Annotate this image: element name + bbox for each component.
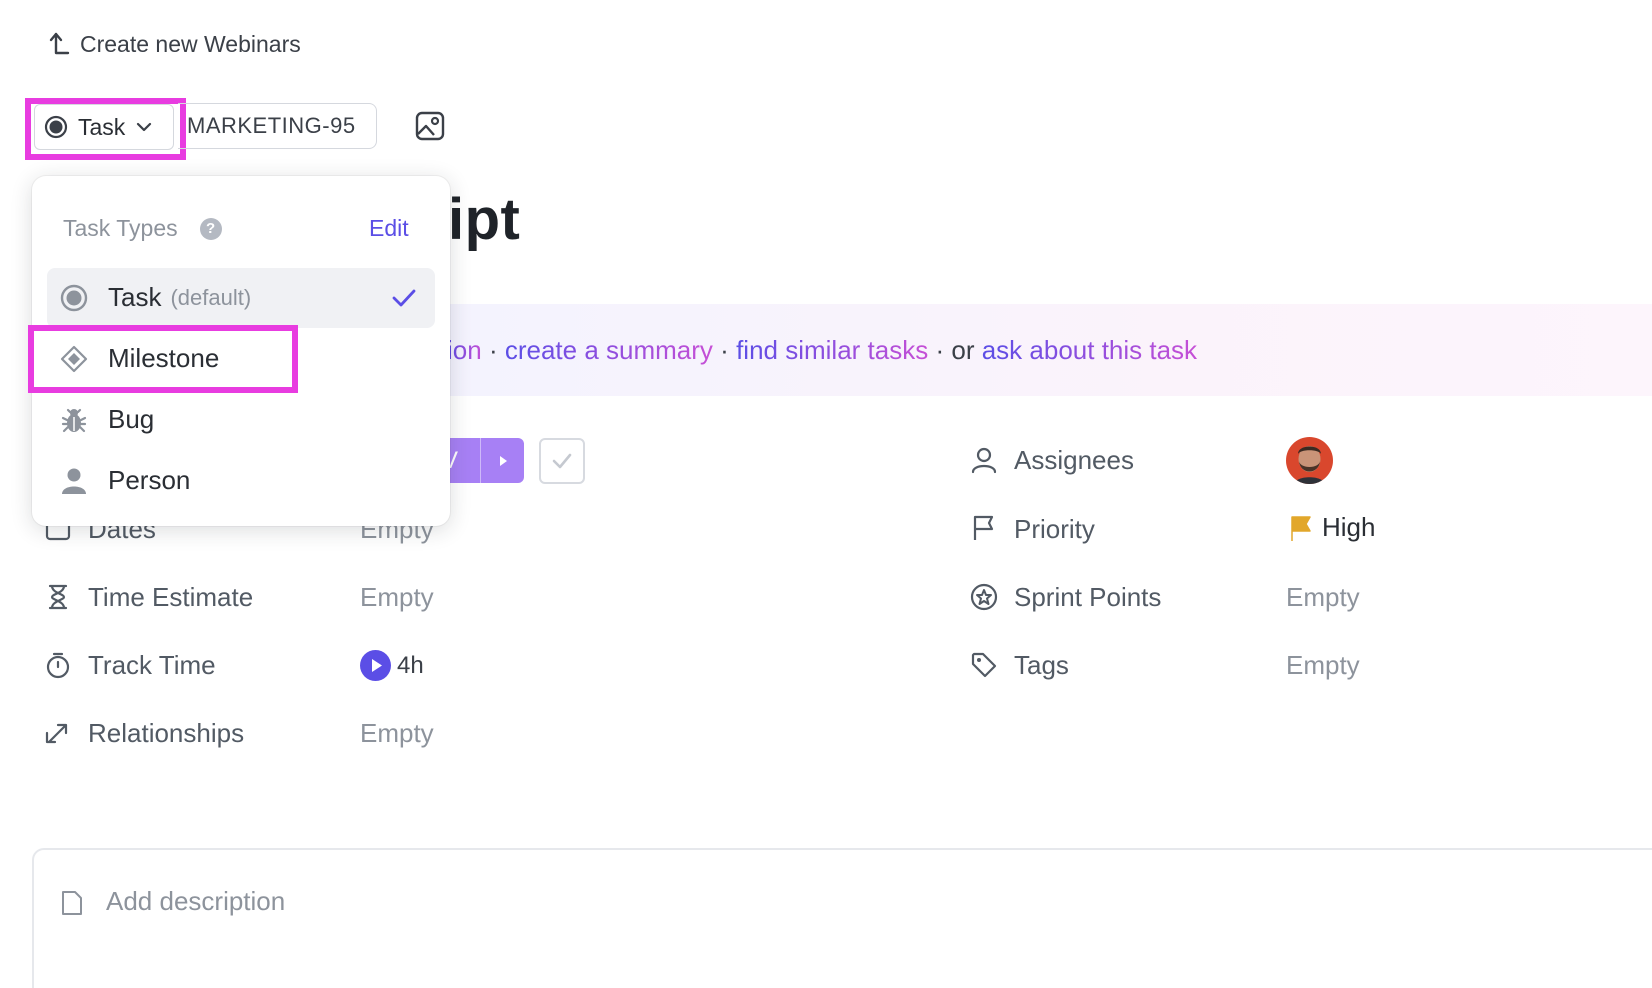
field-label-tags: Tags xyxy=(1014,650,1069,680)
ai-or-text: or xyxy=(951,335,975,365)
dropdown-item-task[interactable]: Task (default) xyxy=(60,282,251,313)
field-value-tags[interactable]: Empty xyxy=(1286,650,1360,681)
track-time-icon-wrap xyxy=(44,651,72,684)
highlight-box-task-type xyxy=(25,98,186,160)
dropdown-header: Task Types ? xyxy=(63,215,222,242)
highlight-box-milestone xyxy=(28,325,298,393)
ai-link-create-summary[interactable]: create a summary xyxy=(505,335,713,365)
assignees-icon-wrap xyxy=(970,446,998,479)
dropdown-item-label: Task xyxy=(108,282,162,312)
priority-text: High xyxy=(1322,512,1376,542)
tag-icon xyxy=(971,652,997,678)
stopwatch-icon xyxy=(46,652,70,679)
hourglass-icon xyxy=(48,584,68,610)
dropdown-item-bug[interactable]: Bug xyxy=(60,404,154,435)
dropdown-item-label: Person xyxy=(108,465,191,495)
task-id-badge[interactable]: MARKETING-95 xyxy=(178,103,377,149)
breadcrumb[interactable]: Create new Webinars xyxy=(46,30,301,58)
help-icon[interactable]: ? xyxy=(199,217,222,240)
field-label-time-estimate: Time Estimate xyxy=(88,582,254,612)
field-label-track-time: Track Time xyxy=(88,650,216,680)
priority-flag-icon xyxy=(1291,515,1311,541)
mark-complete-button[interactable] xyxy=(539,438,585,484)
dropdown-title: Task Types xyxy=(63,215,178,241)
ai-link-find-similar[interactable]: find similar tasks xyxy=(736,335,928,365)
dropdown-item-label: Bug xyxy=(108,404,155,434)
flag-outline-icon xyxy=(973,515,994,540)
time-estimate-icon-wrap xyxy=(44,583,72,616)
task-title[interactable]: ipt xyxy=(448,186,520,253)
play-timer-icon[interactable] xyxy=(360,650,391,681)
ai-link-ask-about-task[interactable]: ask about this task xyxy=(982,335,1197,365)
priority-icon-wrap xyxy=(970,514,998,547)
field-value-relationships[interactable]: Empty xyxy=(360,718,434,749)
task-circle-icon xyxy=(60,284,88,311)
description-editor[interactable] xyxy=(32,848,1652,988)
field-label-relationships: Relationships xyxy=(88,718,245,748)
tags-icon-wrap xyxy=(970,651,998,684)
caret-right-icon xyxy=(499,455,507,466)
field-label-priority: Priority xyxy=(1014,514,1095,544)
track-time-value[interactable]: 4h xyxy=(360,650,424,681)
user-icon xyxy=(971,447,997,474)
cover-image-button[interactable] xyxy=(414,110,446,142)
field-value-sprint-points[interactable]: Empty xyxy=(1286,582,1360,613)
document-icon xyxy=(62,891,82,915)
avatar-photo xyxy=(1286,437,1333,484)
description-placeholder[interactable]: Add description xyxy=(106,886,285,917)
relationship-arrows-icon xyxy=(45,723,68,744)
dropdown-item-person[interactable]: Person xyxy=(60,465,190,496)
selected-check-wrap xyxy=(390,284,418,317)
image-icon xyxy=(415,111,445,141)
priority-value[interactable]: High xyxy=(1288,512,1375,543)
sprint-points-icon-wrap xyxy=(970,583,998,616)
avatar[interactable] xyxy=(1286,437,1333,484)
field-value-time-estimate[interactable]: Empty xyxy=(360,582,434,613)
sprint-points-icon xyxy=(970,583,998,611)
description-icon-wrap xyxy=(60,889,84,922)
default-suffix: (default) xyxy=(170,284,252,310)
breadcrumb-label: Create new Webinars xyxy=(80,30,301,57)
field-label-assignees: Assignees xyxy=(1014,445,1134,475)
person-icon xyxy=(62,468,86,494)
next-status-button[interactable] xyxy=(480,438,524,483)
relationships-icon-wrap xyxy=(44,720,72,753)
check-icon xyxy=(552,453,572,469)
field-label-sprint-points: Sprint Points xyxy=(1014,582,1162,612)
edit-task-types-button[interactable]: Edit xyxy=(369,215,409,242)
arrow-up-left-icon xyxy=(49,32,70,55)
tracked-time-text: 4h xyxy=(397,651,424,679)
selected-check-icon xyxy=(392,289,416,307)
bug-icon xyxy=(61,408,87,432)
ai-link-partial[interactable]: ion xyxy=(447,335,482,365)
ai-suggestions-text: ion · create a summary · find similar ta… xyxy=(447,335,1198,365)
status-button[interactable]: V xyxy=(440,438,524,483)
